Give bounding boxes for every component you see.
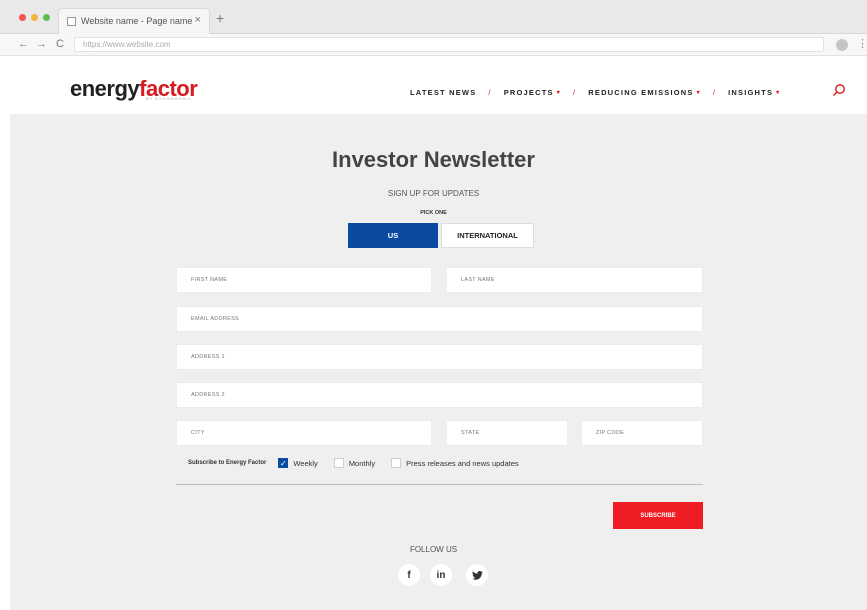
city-input[interactable] — [177, 421, 431, 445]
option-weekly[interactable]: ✓ Weekly — [278, 458, 318, 468]
city-field[interactable] — [176, 420, 432, 446]
nav-separator: / — [488, 87, 492, 97]
last-name-input[interactable] — [447, 268, 702, 292]
back-arrow-icon[interactable]: ← — [18, 38, 29, 50]
linkedin-icon[interactable]: in — [430, 564, 452, 586]
url-field[interactable]: https://www.website.com — [74, 37, 824, 52]
subscribe-button[interactable]: SUBSCRIBE — [613, 502, 703, 529]
zip-code-input[interactable] — [582, 421, 702, 445]
subscribe-label: Subscribe to Energy Factor — [188, 460, 267, 466]
state-input[interactable] — [447, 421, 567, 445]
region-us-button[interactable]: US — [348, 223, 438, 248]
follow-us-label: FOLLOW US — [409, 545, 458, 554]
window-close-dot[interactable] — [19, 14, 26, 21]
page-subtitle: SIGN UP FOR UPDATES — [387, 189, 480, 198]
address-bar: ← → C https://www.website.com ⋮ — [0, 34, 867, 56]
window-maximize-dot[interactable] — [43, 14, 50, 21]
region-international-button[interactable]: INTERNATIONAL — [441, 223, 534, 248]
weekly-checkbox[interactable]: ✓ — [278, 458, 289, 468]
first-name-input[interactable] — [177, 268, 431, 292]
last-name-field[interactable] — [446, 267, 703, 293]
zip-code-field[interactable] — [581, 420, 703, 446]
page-title: Investor Newsletter — [332, 147, 535, 172]
profile-avatar[interactable] — [836, 39, 848, 51]
address2-input[interactable] — [177, 383, 702, 407]
nav-separator: / — [712, 87, 717, 97]
browser-tab-bar: Website name - Page name × + — [0, 0, 867, 34]
chevron-down-icon: ▾ — [556, 89, 561, 96]
reload-icon[interactable]: C — [56, 38, 64, 50]
nav-item-projects[interactable]: PROJECTS — [504, 88, 554, 97]
window-minimize-dot[interactable] — [31, 14, 38, 21]
nav-item-reducing-emissions[interactable]: REDUCING EMISSIONS — [588, 88, 693, 97]
nav-separator: / — [572, 87, 577, 97]
address2-field[interactable] — [176, 382, 703, 408]
state-field[interactable] — [446, 420, 568, 446]
forward-arrow-icon[interactable]: → — [36, 38, 47, 50]
monthly-checkbox[interactable] — [333, 458, 344, 468]
press-releases-label: Press releases and news updates — [406, 458, 519, 468]
address1-field[interactable] — [176, 344, 703, 370]
browser-tab[interactable]: Website name - Page name × — [58, 8, 210, 34]
search-icon[interactable] — [832, 83, 846, 97]
browser-menu-icon[interactable]: ⋮ — [857, 37, 867, 50]
pick-one-label: PICK ONE — [420, 210, 447, 216]
first-name-field[interactable] — [176, 267, 432, 293]
page-icon — [67, 17, 76, 26]
subscription-options: Subscribe to Energy Factor ✓ Weekly Mont… — [188, 457, 535, 469]
twitter-bird-glyph — [471, 570, 483, 580]
logo-subtitle: BY EXXONMOBIL — [146, 96, 192, 101]
email-input[interactable] — [177, 307, 702, 331]
option-press-releases[interactable]: Press releases and news updates — [391, 458, 519, 468]
main-navigation: LATEST NEWS / PROJECTS ▾ / REDUCING EMISS… — [410, 86, 780, 98]
press-releases-checkbox[interactable] — [391, 458, 402, 468]
nav-item-insights[interactable]: INSIGHTS — [728, 88, 773, 97]
form-divider — [176, 484, 703, 485]
monthly-label: Monthly — [348, 458, 376, 468]
new-tab-button[interactable]: + — [216, 10, 224, 26]
logo-main: energy — [70, 76, 140, 101]
tab-title: Website name - Page name — [81, 16, 193, 26]
url-text: https://www.website.com — [83, 40, 171, 49]
address1-input[interactable] — [177, 345, 702, 369]
option-monthly[interactable]: Monthly — [333, 458, 376, 468]
nav-item-latest-news[interactable]: LATEST NEWS — [410, 88, 476, 97]
tab-close-icon[interactable]: × — [195, 14, 201, 26]
weekly-label: Weekly — [293, 458, 318, 468]
twitter-icon[interactable] — [466, 564, 488, 586]
chevron-down-icon: ▾ — [776, 89, 781, 96]
chevron-down-icon: ▾ — [696, 89, 701, 96]
site-header: energyfactor BY EXXONMOBIL LATEST NEWS /… — [0, 57, 867, 114]
email-field[interactable] — [176, 306, 703, 332]
facebook-icon[interactable]: f — [398, 564, 420, 586]
